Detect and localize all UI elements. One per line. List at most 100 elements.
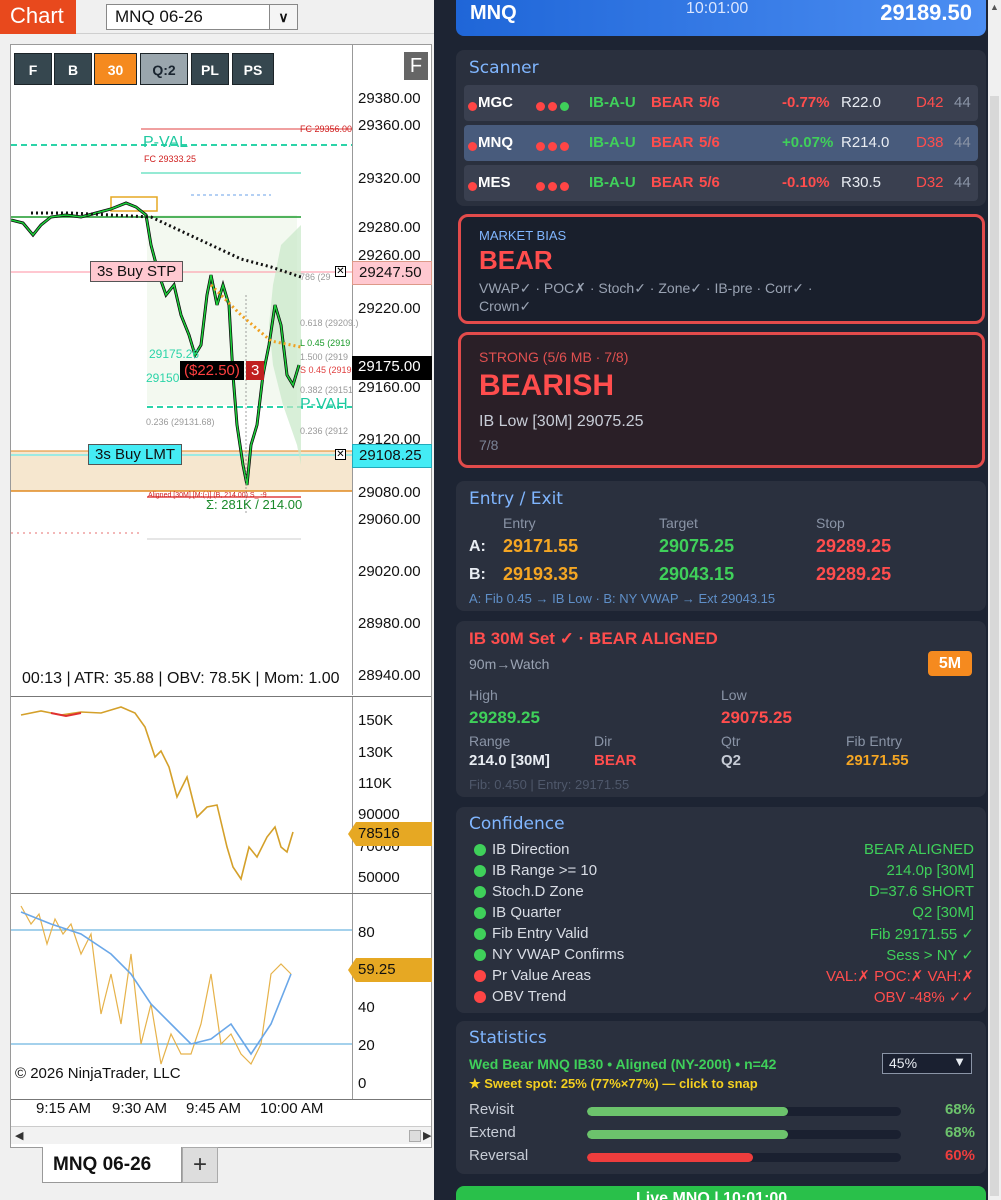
timeframe-badge[interactable]: 5M (928, 651, 972, 676)
stoch-tick: 20 (358, 1037, 375, 1054)
cancel-limit-icon[interactable]: ✕ (335, 449, 346, 460)
scanner-days: D38 (916, 134, 944, 151)
stat-pct: 68% (944, 1101, 975, 1118)
scroll-up-icon[interactable]: ▲ (990, 2, 999, 12)
scanner-row-mes[interactable]: MES IB-A-U BEAR 5/6 -0.10% R30.5 D32 44 (464, 165, 978, 201)
sigma-label: Σ: 281K / 214.00 (206, 497, 303, 512)
stat-name: Extend (469, 1124, 516, 1141)
row-b-target: 29043.15 (659, 564, 735, 584)
scroll-right-icon[interactable]: ▶ (423, 1129, 431, 1142)
market-bias-checks-2: Crown✓ (479, 298, 532, 314)
fail-dot-icon (474, 970, 486, 982)
scanner-row-mnq[interactable]: MNQ IB-A-U BEAR 5/6 +0.07% R214.0 D38 44 (464, 125, 978, 161)
vertical-scrollbar[interactable]: ▲ (988, 0, 1001, 1200)
position-qty[interactable]: 3 (246, 361, 265, 380)
stat-bar (587, 1130, 901, 1139)
indicator-info-line: 00:13 | ATR: 35.88 | OBV: 78.5K | Mom: 1… (22, 670, 340, 687)
ib-high-value: 29289.25 (469, 708, 540, 727)
entry-header: Entry (503, 515, 536, 531)
scanner-setup: IB-A-U (589, 174, 636, 191)
sample-select[interactable]: 45% ▼ (882, 1053, 972, 1074)
instrument-select[interactable]: MNQ 06-26 ∨ (106, 4, 298, 30)
chart-f-button[interactable]: F (404, 52, 428, 80)
stat-name: Revisit (469, 1101, 515, 1118)
ib-subtitle: 90m→Watch (469, 656, 550, 672)
fc-label-1: FC 29356.00 (300, 124, 353, 134)
scanner-score: 5/6 (699, 94, 720, 111)
price-tick: 29060.00 (358, 511, 421, 528)
scroll-track[interactable] (990, 96, 999, 1196)
scanner-count: 44 (954, 94, 971, 111)
ib-dir-value: BEAR (594, 752, 637, 769)
ib-low-label: Low (721, 687, 747, 703)
price-tick: 29280.00 (358, 219, 421, 236)
stat-pct: 60% (944, 1147, 975, 1164)
ib-title: IB 30M Set ✓ · BEAR ALIGNED (469, 629, 718, 648)
price-tick: 29220.00 (358, 300, 421, 317)
price-header: MNQ 10:01:00 29189.50 (456, 0, 986, 36)
confidence-row: OBV Trend OBV -48% ✓✓ (474, 988, 974, 1008)
scanner-symbol: MGC (478, 94, 513, 111)
stoch-value-tag: 59.25 (348, 958, 432, 982)
confidence-title: Confidence (469, 814, 565, 834)
confidence-row: IB Quarter Q2 [30M] (474, 904, 974, 924)
row-a-entry: 29171.55 (503, 536, 579, 556)
cancel-stop-icon[interactable]: ✕ (335, 266, 346, 277)
obv-tick: 130K (358, 744, 394, 761)
scroll-thumb[interactable] (409, 1130, 421, 1142)
ib-high-label: High (469, 687, 498, 703)
stat-row-extend: Extend 68% (469, 1124, 975, 1144)
confidence-name: OBV Trend (492, 988, 567, 1005)
sample-select-value: 45% (889, 1055, 918, 1071)
confidence-row: IB Direction BEAR ALIGNED (474, 841, 974, 861)
scanner-change: -0.10% (782, 174, 830, 191)
instrument-tab[interactable]: MNQ 06-26 (42, 1147, 182, 1183)
obv-tick: 150K (358, 712, 394, 729)
limit-price-tag: 29108.25 (352, 444, 432, 468)
fib-1500-label: 1.500 (2919 (300, 352, 349, 362)
scroll-left-icon[interactable]: ◀ (15, 1129, 23, 1142)
confidence-name: IB Range >= 10 (492, 862, 598, 879)
entry-exit-note: A: Fib 0.45 → IB Low · B: NY VWAP → Ext … (469, 591, 776, 606)
obv-tick: 90000 (358, 806, 400, 823)
fib-236-right-label: 0.236 (2912 (300, 426, 349, 436)
buy-stop-order-tag[interactable]: 3s Buy STP (90, 261, 184, 282)
buy-limit-order-tag[interactable]: 3s Buy LMT (88, 444, 183, 465)
horizontal-scrollbar[interactable]: ◀ ▶ (11, 1126, 431, 1144)
chevron-down-icon[interactable]: ∨ (269, 5, 297, 29)
fib-l045-label: L 0.45 (2919 (300, 338, 351, 348)
chart-tab[interactable]: Chart (0, 0, 76, 34)
scanner-change: +0.07% (782, 134, 834, 151)
confidence-name: Stoch.D Zone (492, 883, 584, 900)
confidence-value: Sess > NY ✓ (886, 947, 974, 964)
stat-bar (587, 1153, 901, 1162)
price-tick: 29380.00 (358, 90, 421, 107)
confidence-name: NY VWAP Confirms (492, 946, 625, 963)
scanner-score: 5/6 (699, 134, 720, 151)
fib-382-label: 0.382 (29151 (300, 385, 354, 395)
position-pnl[interactable]: ($22.50) (180, 361, 244, 380)
check-dot-icon (474, 928, 486, 940)
live-status-button[interactable]: Live MNQ | 10:01:00 (456, 1186, 986, 1200)
confidence-value: Fib 29171.55 ✓ (869, 926, 974, 943)
score-dots-icon (536, 138, 572, 155)
ib-qtr-label: Qtr (721, 733, 741, 749)
ib-fib-label: Fib Entry (846, 733, 903, 749)
add-tab-button[interactable]: + (182, 1147, 218, 1183)
scanner-change: -0.77% (782, 94, 830, 111)
time-tick: 9:45 AM (186, 1100, 242, 1117)
scanner-card: Scanner MGC IB-A-U BEAR 5/6 -0.77% R22.0… (456, 50, 986, 206)
scanner-dir: BEAR (651, 174, 694, 191)
header-symbol: MNQ (470, 2, 517, 24)
check-dot-icon (474, 907, 486, 919)
check-dot-icon (474, 886, 486, 898)
scanner-row-mgc[interactable]: MGC IB-A-U BEAR 5/6 -0.77% R22.0 D42 44 (464, 85, 978, 121)
signal-target: IB Low [30M] 29075.25 (479, 413, 644, 430)
confidence-row: NY VWAP Confirms Sess > NY ✓ (474, 946, 974, 966)
copyright-text: © 2026 NinjaTrader, LLC (15, 1065, 181, 1082)
sweet-spot-link[interactable]: ★ Sweet spot: 25% (77%×77%) — click to s… (469, 1076, 758, 1092)
ib-fib-value: 29171.55 (846, 752, 909, 769)
stat-bar-fill (587, 1130, 788, 1139)
ib-low-value: 29075.25 (721, 708, 792, 727)
signal-direction: BEARISH (479, 369, 615, 402)
